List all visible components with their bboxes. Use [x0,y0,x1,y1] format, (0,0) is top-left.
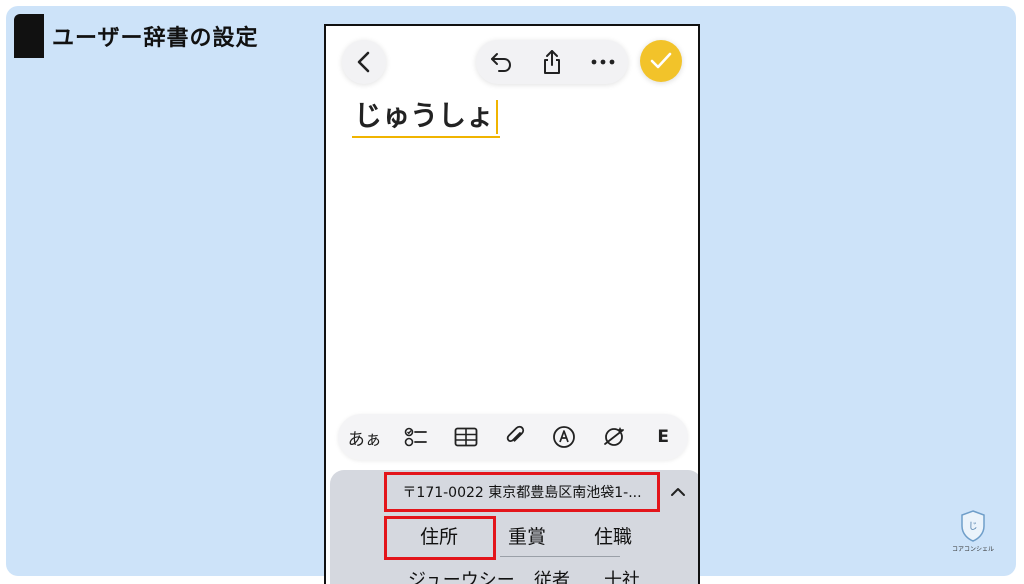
more-tools-button[interactable]: E [648,419,678,455]
markup-button[interactable] [549,419,579,455]
candidate-follower[interactable]: 従者 [534,566,570,584]
note-body-input[interactable]: じゅうしょ [352,94,501,138]
candidate-address[interactable]: 住所 [420,522,458,549]
candidate-juicy[interactable]: ジューウシー [408,566,515,584]
title-marker [14,14,44,58]
svg-text:じ: じ [968,521,977,532]
back-button[interactable] [342,40,386,84]
pen-markup-icon [553,426,576,448]
japanese-keyboard: 〒171-0022 東京都豊島区南池袋1-... 住所 重賞 住職 ジューウシー… [330,470,698,584]
undo-icon [491,53,512,72]
checklist-button[interactable] [401,419,431,455]
checklist-icon [404,427,428,447]
note-text: じゅうしょ [354,99,495,132]
candidate-ten-companies[interactable]: 十社 [604,566,640,584]
candidate-divider [500,556,620,557]
share-icon [543,50,560,74]
attachment-button[interactable] [500,419,530,455]
share-button[interactable] [532,42,572,82]
format-toolbar: あぁ E [338,414,688,460]
brand-logo: じ コアコンシェル [946,510,1000,564]
table-button[interactable] [451,419,481,455]
brand-logo-text: コアコンシェル [951,546,994,553]
undo-button[interactable] [481,42,521,82]
chevron-left-icon [357,51,370,73]
slide-title-bar: ユーザー辞書の設定 [14,14,259,58]
phone-screen: じゅうしょ あぁ E 〒171-0022 東京都豊島区南池袋1-... 住所 重… [324,24,700,584]
address-prediction-text: 〒171-0022 東京都豊島区南池袋1-... [402,485,642,501]
shield-logo-icon: じ [961,510,985,542]
checkmark-icon [650,52,672,69]
text-caret [496,100,499,134]
candidate-jusho-prize[interactable]: 重賞 [508,522,546,549]
more-tools-label: E [657,427,670,447]
candidate-priest[interactable]: 住職 [594,522,632,549]
writing-tools-button[interactable] [599,419,629,455]
text-format-button[interactable]: あぁ [348,419,382,455]
paperclip-icon [506,425,525,443]
note-actions-group [476,40,628,84]
writing-tools-icon [603,427,624,446]
text-format-label: あぁ [347,429,382,450]
table-icon [454,427,477,447]
done-button[interactable] [640,40,682,82]
expand-candidates-button[interactable] [664,478,692,506]
chevron-up-icon [671,488,685,496]
more-options-button[interactable] [583,42,623,82]
ellipsis-icon [591,59,615,65]
slide-title: ユーザー辞書の設定 [52,26,259,51]
address-prediction[interactable]: 〒171-0022 東京都豊島区南池袋1-... [384,472,660,512]
